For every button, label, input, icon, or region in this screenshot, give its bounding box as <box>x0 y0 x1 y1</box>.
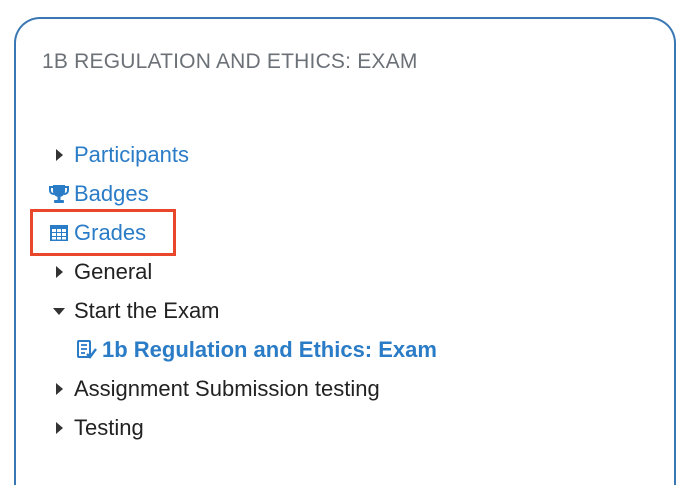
caret-right-icon[interactable] <box>46 376 72 402</box>
nav-item-badges-label[interactable]: Badges <box>74 181 149 207</box>
caret-right-icon[interactable] <box>46 259 72 285</box>
caret-right-icon[interactable] <box>46 142 72 168</box>
nav-item-exam-quiz-label[interactable]: 1b Regulation and Ethics: Exam <box>102 337 437 363</box>
nav-item-general[interactable]: General <box>46 257 152 287</box>
nav-item-testing[interactable]: Testing <box>46 413 144 443</box>
nav-item-exam-quiz[interactable]: 1b Regulation and Ethics: Exam <box>74 335 437 365</box>
nav-item-general-label[interactable]: General <box>74 259 152 285</box>
nav-item-assignment[interactable]: Assignment Submission testing <box>46 374 380 404</box>
nav-item-participants-label[interactable]: Participants <box>74 142 189 168</box>
caret-down-icon[interactable] <box>46 298 72 324</box>
nav-item-badges[interactable]: Badges <box>46 179 149 209</box>
trophy-icon <box>46 181 72 207</box>
nav-item-testing-label[interactable]: Testing <box>74 415 144 441</box>
block-title: 1B REGULATION AND ETHICS: EXAM <box>42 50 418 73</box>
quiz-icon <box>74 337 100 363</box>
nav-item-start-exam-label[interactable]: Start the Exam <box>74 298 220 324</box>
nav-item-participants[interactable]: Participants <box>46 140 189 170</box>
grades-highlight-box <box>30 209 176 256</box>
nav-item-assignment-label[interactable]: Assignment Submission testing <box>74 376 380 402</box>
caret-right-icon[interactable] <box>46 415 72 441</box>
nav-item-start-exam[interactable]: Start the Exam <box>46 296 220 326</box>
